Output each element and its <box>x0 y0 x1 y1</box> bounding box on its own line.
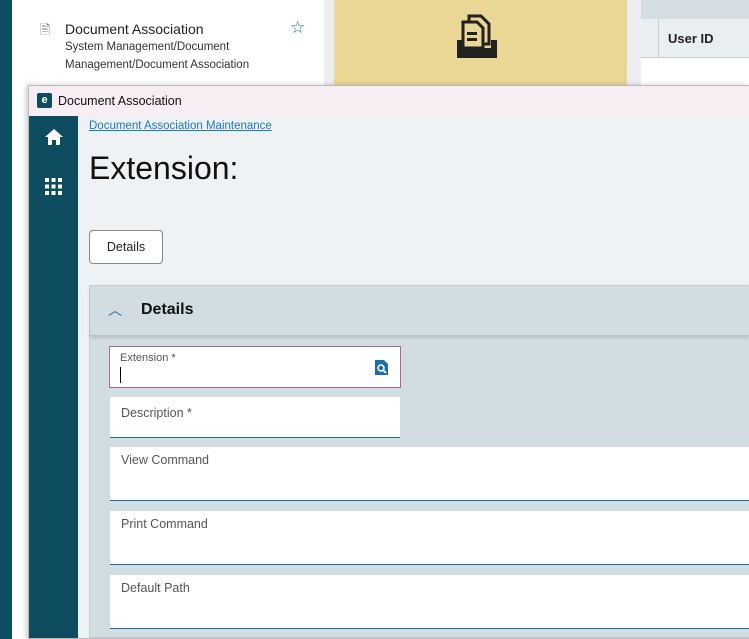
description-label: Description * <box>121 406 192 420</box>
window-titlebar[interactable]: e Document Association <box>29 86 749 116</box>
description-field[interactable]: Description * <box>110 397 400 438</box>
document-tile[interactable] <box>334 0 627 90</box>
menu-result-path: System Management/Document Management/Do… <box>65 41 250 71</box>
document-association-window: e Document Association Document Associat… <box>28 85 749 639</box>
apps-grid-icon[interactable] <box>29 178 78 200</box>
view-command-label: View Command <box>121 453 210 467</box>
window-title: Document Association <box>58 94 182 108</box>
side-nav <box>29 116 78 638</box>
background-sidebar <box>0 0 12 639</box>
print-command-field[interactable]: Print Command <box>110 511 749 565</box>
view-command-field[interactable]: View Command <box>110 447 749 501</box>
breadcrumb-link[interactable]: Document Association Maintenance <box>89 120 272 132</box>
print-command-label: Print Command <box>121 517 208 531</box>
main-content: Document Association Maintenance Extensi… <box>78 116 749 638</box>
details-section: ︿ Details Extension * Description * View… <box>89 285 749 638</box>
document-tray-icon <box>457 14 497 58</box>
details-section-header[interactable]: ︿ Details <box>90 286 749 336</box>
divider <box>627 0 641 90</box>
star-outline-icon[interactable]: ☆ <box>290 18 305 38</box>
default-path-field[interactable]: Default Path <box>110 575 749 629</box>
text-cursor <box>120 367 121 383</box>
document-icon: 🖹 <box>40 22 51 37</box>
section-title: Details <box>141 301 194 318</box>
extension-label: Extension * <box>120 352 176 364</box>
table-header-row: User ID <box>641 19 749 58</box>
divider <box>324 0 334 90</box>
column-header-user-id[interactable]: User ID <box>668 31 714 46</box>
table-top <box>641 0 749 19</box>
menu-result-title[interactable]: Document Association <box>65 21 204 37</box>
chevron-up-icon[interactable]: ︿ <box>108 300 122 320</box>
details-button[interactable]: Details <box>89 230 163 264</box>
menu-result-card[interactable]: 🖹 Document Association System Management… <box>12 0 324 90</box>
home-icon[interactable] <box>29 128 78 151</box>
page-title: Extension: <box>89 150 239 186</box>
lookup-search-icon[interactable] <box>375 360 388 375</box>
select-column[interactable] <box>641 19 659 58</box>
background-table: User ID <box>641 0 749 90</box>
app-logo-icon: e <box>37 93 52 108</box>
extension-field[interactable]: Extension * <box>109 346 401 388</box>
default-path-label: Default Path <box>121 581 190 595</box>
